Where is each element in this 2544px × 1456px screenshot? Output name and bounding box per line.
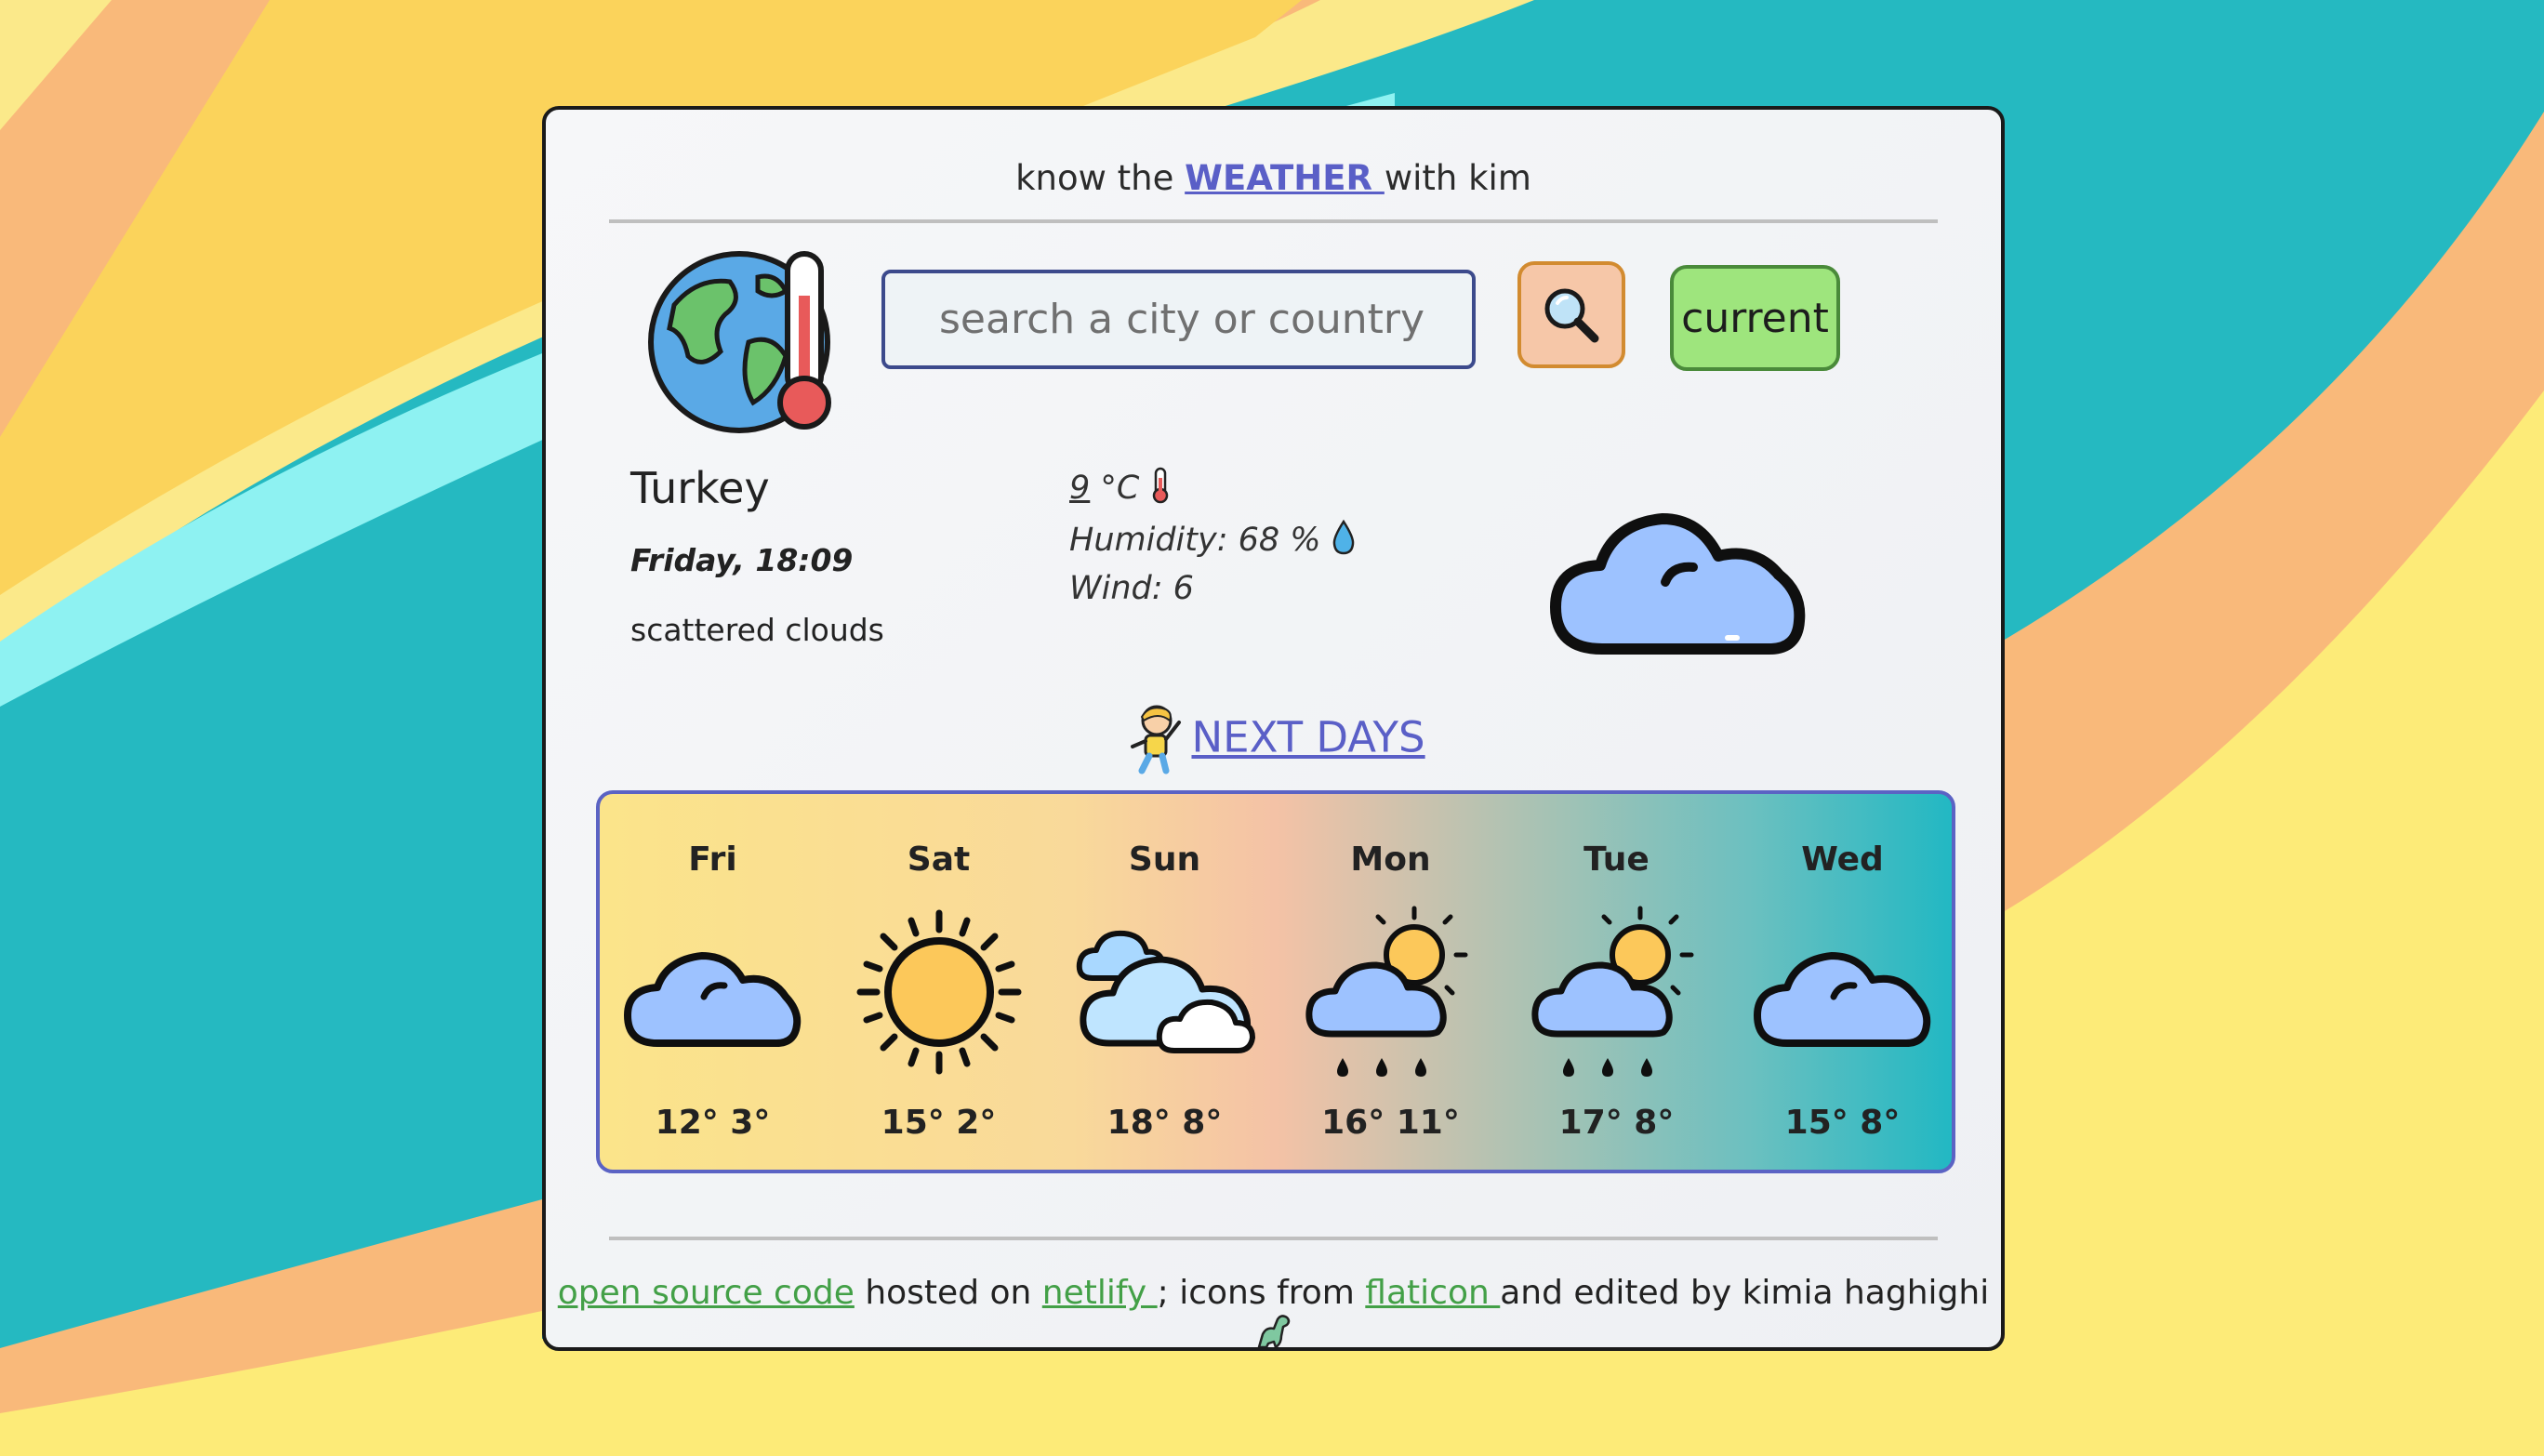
footer: open source code hosted on netlify ; ico… <box>546 1274 2001 1347</box>
forecast-day: Sun 18° 8° <box>1052 794 1278 1170</box>
globe-thermometer-icon <box>648 251 831 433</box>
forecast-day-name: Sat <box>907 841 971 879</box>
humidity: Humidity: 68 % <box>1069 519 1356 559</box>
forecast-temps: 18° 8° <box>1106 1104 1223 1142</box>
header-prefix: know the <box>1015 158 1174 198</box>
cloud-icon <box>1753 952 1930 1047</box>
weather-link[interactable]: WEATHER <box>1185 158 1385 198</box>
clouds-icon <box>1076 930 1255 1053</box>
city-name: Turkey <box>630 463 770 513</box>
search-input[interactable] <box>881 270 1476 369</box>
magnifier-icon <box>1544 288 1599 342</box>
forecast-temps: 17° 8° <box>1558 1104 1675 1142</box>
forecast-temps: 12° 3° <box>655 1104 771 1142</box>
droplet-icon <box>1332 519 1354 555</box>
forecast-day: Fri 12° 3° <box>600 794 826 1170</box>
forecast-day-name: Fri <box>688 841 737 879</box>
forecast-panel: Fri 12° 3° Sat 15° 2° Sun 18° 8° Mon 16°… <box>596 790 1955 1173</box>
footer-divider <box>609 1237 1938 1240</box>
forecast-temps: 15° 2° <box>881 1104 997 1142</box>
forecast-day-name: Tue <box>1583 841 1650 879</box>
current-date: Friday, 18:09 <box>630 542 854 578</box>
next-days-link[interactable]: NEXT DAYS <box>1191 713 1424 762</box>
sun-icon <box>856 909 1021 1075</box>
forecast-day-name: Sun <box>1128 841 1201 879</box>
forecast-day: Wed 15° 8° <box>1729 794 1955 1170</box>
footer-hosted-text: hosted on <box>854 1274 1042 1312</box>
thermometer-icon <box>1152 467 1168 504</box>
app-header: know the WEATHER with kim <box>546 158 2001 198</box>
flaticon-link[interactable]: flaticon <box>1365 1274 1500 1312</box>
cloud-icon <box>623 952 801 1047</box>
temperature-unit: °C <box>1090 470 1140 507</box>
forecast-day-name: Wed <box>1801 841 1884 879</box>
header-divider <box>609 219 1938 223</box>
current-location-button[interactable]: current <box>1670 265 1840 371</box>
humidity-text: Humidity: 68 % <box>1069 522 1321 559</box>
forecast-day: Tue 17° 8° <box>1504 794 1729 1170</box>
forecast-temps: 16° 11° <box>1321 1104 1460 1142</box>
wind: Wind: 6 <box>1069 570 1194 607</box>
weather-description: scattered clouds <box>630 612 884 648</box>
header-suffix: with kim <box>1384 158 1531 198</box>
sun-cloud-rain-icon <box>1305 906 1467 1077</box>
netlify-link[interactable]: netlify <box>1042 1274 1158 1312</box>
dinosaur-icon <box>1257 1315 1290 1347</box>
forecast-day: Sat 15° 2° <box>826 794 1052 1170</box>
current-cloud-icon <box>1550 513 1806 655</box>
temperature-value[interactable]: 9 <box>1069 470 1090 507</box>
source-code-link[interactable]: open source code <box>558 1274 855 1312</box>
weather-card: know the WEATHER with kim current Turkey… <box>542 106 2005 1351</box>
forecast-temps: 15° 8° <box>1784 1104 1901 1142</box>
sun-cloud-rain-icon <box>1530 906 1693 1077</box>
kid-icon <box>1131 705 1182 774</box>
footer-edited-text: and edited by kimia haghighi <box>1500 1274 1990 1312</box>
footer-icons-text: ; icons from <box>1157 1274 1366 1312</box>
forecast-day: Mon 16° 11° <box>1278 794 1504 1170</box>
forecast-day-name: Mon <box>1350 841 1431 879</box>
current-temperature: 9 °C <box>1069 467 1171 507</box>
search-button[interactable] <box>1517 261 1625 368</box>
next-days-heading: NEXT DAYS <box>546 700 2001 774</box>
